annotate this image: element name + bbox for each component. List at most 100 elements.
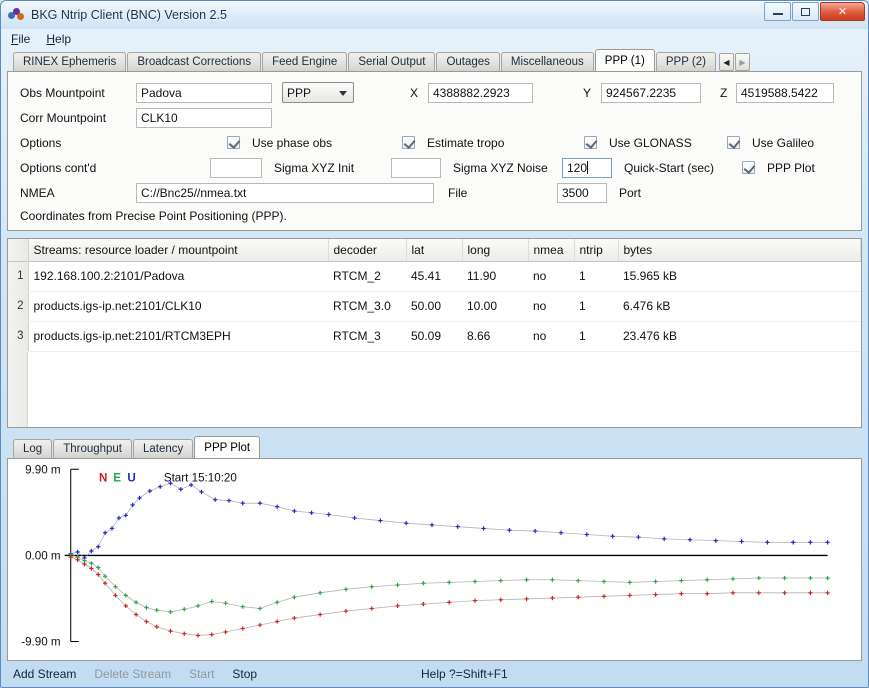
- header-ntrip[interactable]: ntrip: [574, 239, 619, 262]
- svg-text:E: E: [113, 471, 121, 484]
- file-label: File: [448, 185, 468, 200]
- header-gutter: [8, 239, 29, 262]
- obs-mountpoint-row: Obs Mountpoint PPP X Y Z: [20, 81, 849, 104]
- tab-ppp-2[interactable]: PPP (2): [655, 52, 716, 71]
- tab-broadcast-corrections[interactable]: Broadcast Corrections: [127, 52, 262, 71]
- header-resource[interactable]: Streams: resource loader / mountpoint: [28, 239, 329, 262]
- tab-throughput[interactable]: Throughput: [53, 439, 133, 458]
- header-lat[interactable]: lat: [406, 239, 463, 262]
- table-row[interactable]: 1 192.168.100.2:2101/Padova RTCM_2 45.41…: [8, 261, 861, 292]
- options-contd-row: Options cont'd Sigma XYZ Init Sigma XYZ …: [20, 156, 849, 179]
- use-glonass-checkbox[interactable]: [584, 136, 597, 149]
- tab-miscellaneous[interactable]: Miscellaneous: [500, 52, 594, 71]
- tab-rinex-ephemeris[interactable]: RINEX Ephemeris: [13, 52, 127, 71]
- cell-ntrip: 1: [574, 321, 618, 352]
- z-label: Z: [720, 85, 728, 100]
- corr-mountpoint-row: Corr Mountpoint: [20, 106, 849, 129]
- header-decoder[interactable]: decoder: [328, 239, 407, 262]
- nmea-row: NMEA File Port: [20, 181, 849, 204]
- cell-resource: 192.168.100.2:2101/Padova: [28, 261, 328, 292]
- quick-start-input[interactable]: 120: [562, 157, 612, 178]
- delete-stream-button[interactable]: Delete Stream: [94, 667, 171, 681]
- tab-serial-output[interactable]: Serial Output: [348, 52, 436, 71]
- row-number: 3: [8, 321, 29, 352]
- table-row[interactable]: 2 products.igs-ip.net:2101/CLK10 RTCM_3.…: [8, 291, 861, 322]
- tab-scroll-right-icon[interactable]: ▶: [734, 53, 750, 71]
- cell-lat: 50.09: [406, 321, 462, 352]
- cell-bytes: 6.476 kB: [618, 291, 861, 322]
- window-controls: ✕: [764, 2, 865, 21]
- port-input[interactable]: [557, 182, 607, 203]
- status-bar: Add Stream Delete Stream Start Stop Help…: [1, 661, 868, 687]
- header-long[interactable]: long: [462, 239, 529, 262]
- table-empty-area: [8, 351, 861, 427]
- row-number: 1: [8, 261, 29, 292]
- tab-ppp-1[interactable]: PPP (1): [594, 49, 655, 71]
- ppp-plot-panel[interactable]: 9.90 m 0.00 m -9.90 m N E U Start 15:10:20: [7, 458, 862, 661]
- help-hint: Help ?=Shift+F1: [421, 667, 508, 681]
- ppp-settings-panel: Obs Mountpoint PPP X Y Z Corr Mountpoint: [7, 71, 862, 231]
- maximize-button[interactable]: [792, 2, 819, 21]
- header-nmea[interactable]: nmea: [528, 239, 575, 262]
- cell-resource: products.igs-ip.net:2101/CLK10: [28, 291, 328, 322]
- nmea-file-input[interactable]: [136, 182, 434, 203]
- table-row[interactable]: 3 products.igs-ip.net:2101/RTCM3EPH RTCM…: [8, 321, 861, 352]
- cell-long: 11.90: [462, 261, 528, 292]
- menu-file[interactable]: FFileile: [11, 32, 30, 46]
- ppp-plot-label: PPP Plot: [767, 160, 815, 175]
- ppp-mode-combobox[interactable]: PPP: [282, 82, 354, 103]
- plot-axes: [64, 468, 828, 643]
- nmea-label: NMEA: [20, 185, 55, 200]
- use-phase-obs-checkbox[interactable]: [227, 136, 240, 149]
- obs-mountpoint-label: Obs Mountpoint: [20, 85, 105, 100]
- cell-lat: 45.41: [406, 261, 462, 292]
- options-contd-label: Options cont'd: [20, 160, 97, 175]
- row-number: 2: [8, 291, 29, 322]
- close-button[interactable]: ✕: [820, 2, 865, 21]
- streams-table-header: Streams: resource loader / mountpoint de…: [8, 239, 861, 262]
- tab-log[interactable]: Log: [13, 439, 53, 458]
- title-bar: BKG Ntrip Client (BNC) Version 2.5 ✕: [1, 1, 868, 29]
- svg-text:U: U: [127, 471, 135, 484]
- z-coordinate-input[interactable]: [736, 82, 834, 103]
- corr-mountpoint-input[interactable]: [136, 107, 272, 128]
- start-button[interactable]: Start: [189, 667, 214, 681]
- estimate-tropo-checkbox[interactable]: [402, 136, 415, 149]
- add-stream-button[interactable]: Add Stream: [13, 667, 76, 681]
- sigma-xyz-init-input[interactable]: [210, 157, 262, 178]
- minimize-button[interactable]: [764, 2, 791, 21]
- streams-table: Streams: resource loader / mountpoint de…: [8, 239, 861, 352]
- quick-start-value: 120: [567, 160, 588, 175]
- svg-text:0.00 m: 0.00 m: [25, 549, 61, 562]
- cell-long: 8.66: [462, 321, 528, 352]
- port-label: Port: [619, 185, 642, 200]
- plot-series-group: [68, 481, 830, 638]
- header-bytes[interactable]: bytes: [618, 239, 861, 262]
- ppp-plot-checkbox[interactable]: [742, 161, 755, 174]
- x-coordinate-input[interactable]: [428, 82, 533, 103]
- stop-button[interactable]: Stop: [232, 667, 257, 681]
- use-galileo-checkbox[interactable]: [727, 136, 740, 149]
- quick-start-label: Quick-Start (sec): [624, 160, 715, 175]
- tab-scroll-left-icon[interactable]: ◀: [718, 53, 734, 71]
- use-phase-obs-label: Use phase obs: [252, 135, 333, 150]
- menu-help[interactable]: Help: [46, 32, 71, 46]
- cell-decoder: RTCM_3: [328, 321, 406, 352]
- tab-outages[interactable]: Outages: [436, 52, 500, 71]
- tab-ppp-plot[interactable]: PPP Plot: [194, 436, 261, 458]
- cell-bytes: 15.965 kB: [618, 261, 861, 292]
- ppp-mode-value: PPP: [287, 85, 312, 100]
- monitor-tab-strip: Log Throughput Latency PPP Plot: [7, 436, 862, 458]
- cell-nmea: no: [528, 261, 574, 292]
- tab-feed-engine[interactable]: Feed Engine: [262, 52, 348, 71]
- cell-ntrip: 1: [574, 291, 618, 322]
- estimate-tropo-label: Estimate tropo: [427, 135, 505, 150]
- options-row: Options Use phase obs Estimate tropo Use…: [20, 131, 849, 154]
- cell-ntrip: 1: [574, 261, 618, 292]
- cell-nmea: no: [528, 291, 574, 322]
- sigma-xyz-noise-blank-input[interactable]: [391, 157, 441, 178]
- streams-table-panel: Streams: resource loader / mountpoint de…: [7, 238, 862, 428]
- obs-mountpoint-input[interactable]: [136, 82, 272, 103]
- y-coordinate-input[interactable]: [601, 82, 701, 103]
- tab-latency[interactable]: Latency: [133, 439, 194, 458]
